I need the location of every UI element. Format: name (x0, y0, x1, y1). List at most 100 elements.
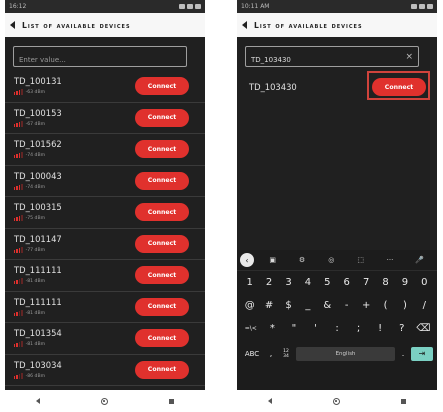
signal-dbm: -74 dBm (25, 184, 46, 190)
nav-back-icon[interactable] (35, 398, 40, 404)
numeric-key-bottom: 34 (283, 353, 289, 359)
symbol-key[interactable]: + (356, 300, 375, 311)
number-key[interactable]: 9 (395, 277, 414, 288)
connect-button[interactable]: Connect (135, 203, 189, 221)
list-item: TD_101562 -74 dBm Connect (5, 134, 205, 166)
symbol-key[interactable]: ' (305, 323, 327, 334)
list-item: TD_100043 -74 dBm Connect (5, 166, 205, 197)
signal-bars-icon (14, 372, 23, 379)
signal-bars-icon (14, 120, 23, 127)
signal-strength: -63 dBm (14, 89, 45, 95)
list-item: TD_103430 Connect (237, 75, 437, 99)
symbol-key[interactable]: : (326, 323, 348, 334)
number-key[interactable]: 7 (356, 277, 375, 288)
symbol-key[interactable]: ) (395, 300, 414, 311)
device-list-panel: × TD_103430 Connect (237, 37, 437, 250)
theme-icon[interactable]: ◎ (317, 256, 346, 264)
symbol-key[interactable]: " (283, 323, 305, 334)
signal-dbm: -81 dBm (25, 279, 46, 284)
numeric-key[interactable]: 12 34 (279, 349, 293, 359)
symbol-key[interactable]: ( (376, 300, 395, 311)
symbol-key[interactable]: & (318, 300, 337, 311)
nav-recents-icon[interactable] (169, 398, 175, 404)
space-key[interactable]: English (296, 346, 395, 361)
connect-button[interactable]: Connect (135, 360, 189, 379)
connect-button[interactable]: Connect (135, 266, 189, 284)
connect-button[interactable]: Connect (135, 108, 189, 127)
number-key[interactable]: 2 (259, 277, 278, 288)
number-key[interactable]: 1 (240, 277, 259, 288)
symbol-key[interactable]: @ (240, 300, 259, 311)
symbol-key[interactable]: ! (369, 323, 391, 334)
connect-button[interactable]: Connect (135, 171, 189, 190)
status-bar: 10:11 AM (237, 0, 437, 13)
list-item: TD_100153 -67 dBm Connect (5, 103, 205, 134)
period-key[interactable]: . (398, 349, 408, 358)
symbol-key[interactable]: * (262, 323, 284, 334)
symbol-key[interactable]: =\< (240, 325, 262, 332)
nav-back-icon[interactable] (267, 398, 272, 404)
connect-button[interactable]: Connect (135, 329, 189, 347)
back-arrow-icon[interactable] (10, 21, 15, 29)
device-list: TD_100131 -63 dBm Connect TD_100153 -67 dBm C… (5, 71, 205, 386)
nav-recents-icon[interactable] (401, 398, 407, 404)
search-input[interactable] (14, 50, 186, 70)
nav-home-icon[interactable] (332, 397, 340, 405)
resize-icon[interactable]: ⬚ (346, 256, 375, 264)
nav-home-icon[interactable] (100, 397, 108, 405)
symbol-key[interactable]: - (337, 300, 356, 311)
connect-button[interactable]: Connect (135, 140, 189, 158)
device-name: TD_101147 (14, 233, 62, 244)
enter-key[interactable]: ⇥ (411, 346, 433, 361)
signal-dbm: -63 dBm (25, 90, 46, 95)
number-key[interactable]: 0 (415, 277, 434, 288)
connect-button[interactable]: Connect (135, 297, 189, 316)
abc-key[interactable]: ABC (241, 350, 263, 358)
comma-key[interactable]: , (266, 349, 276, 358)
battery-icon (427, 4, 433, 9)
settings-icon[interactable]: ⚙ (287, 256, 316, 264)
device-name: TD_101354 (14, 328, 62, 338)
symbol-key[interactable]: ? (391, 323, 413, 334)
number-key[interactable]: 6 (337, 277, 356, 288)
symbol-key[interactable]: # (259, 300, 278, 311)
list-item: TD_100131 -63 dBm Connect (5, 71, 205, 103)
device-name: TD_103430 (249, 82, 297, 92)
search-input[interactable] (246, 50, 418, 70)
signal-bars-icon (14, 341, 23, 347)
device-name: TD_101562 (14, 139, 62, 149)
list-item: TD_111111 -81 dBm Connect (5, 260, 205, 292)
symbol-key[interactable]: ⌫ (413, 323, 435, 334)
clear-icon[interactable]: × (405, 51, 413, 63)
signal-dbm: -81 dBm (25, 342, 46, 347)
number-key[interactable]: 5 (318, 277, 337, 288)
connect-button[interactable]: Connect (135, 77, 189, 95)
microphone-icon[interactable]: 🎤 (405, 256, 434, 264)
symbol-key[interactable]: _ (298, 300, 317, 311)
signal-bars-icon (14, 278, 23, 284)
signal-bars-icon (14, 309, 23, 316)
keyboard-bottom-row: ABC , 12 34 English . ⇥ (237, 340, 437, 367)
page-title: List of available devices (22, 20, 131, 30)
back-arrow-icon[interactable] (242, 21, 247, 29)
device-name: TD_100131 (14, 76, 62, 86)
connect-button[interactable]: Connect (372, 78, 426, 96)
device-name: TD_100315 (14, 202, 62, 212)
symbol-key[interactable]: $ (279, 300, 298, 311)
collapse-keyboard-icon[interactable]: ‹ (240, 253, 254, 267)
device-name: TD_111111 (14, 265, 62, 275)
more-icon[interactable]: ··· (375, 256, 404, 264)
search-field[interactable]: × (245, 46, 419, 70)
number-key[interactable]: 8 (376, 277, 395, 288)
symbol-key[interactable]: / (415, 300, 434, 311)
search-field[interactable] (13, 46, 187, 70)
connect-button[interactable]: Connect (135, 234, 189, 253)
wifi-icon (187, 4, 193, 9)
number-key[interactable]: 3 (279, 277, 298, 288)
signal-strength: -75 dBm (14, 215, 45, 221)
number-key[interactable]: 4 (298, 277, 317, 288)
clipboard-icon[interactable]: ▣ (258, 256, 287, 264)
symbol-key[interactable]: ; (348, 323, 370, 334)
device-name: TD_100043 (14, 170, 62, 181)
status-icons (411, 4, 433, 9)
